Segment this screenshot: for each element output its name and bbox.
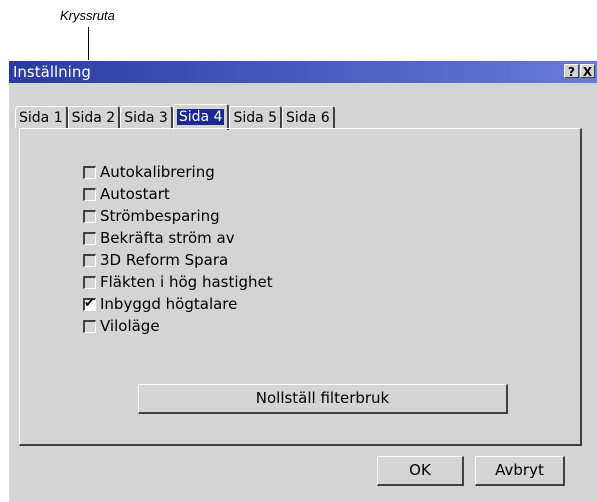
checkbox[interactable] (83, 319, 96, 333)
option-strombesparing[interactable]: Strömbesparing (83, 205, 273, 227)
checkbox[interactable] (83, 275, 96, 289)
help-button[interactable]: ? (564, 64, 579, 79)
checkbox[interactable] (83, 165, 96, 179)
title-bar[interactable]: Inställning ? X (9, 61, 597, 83)
checkbox[interactable] (83, 187, 96, 201)
tab-sida-3[interactable]: Sida 3 (120, 106, 173, 128)
check-icon: ✔ (84, 295, 95, 311)
ok-button[interactable]: OK (377, 456, 464, 486)
option-label: Bekräfta ström av (100, 229, 235, 247)
checkbox[interactable] (83, 209, 96, 223)
option-label: Strömbesparing (100, 207, 220, 225)
tab-panel: Autokalibrering Autostart Strömbesparing… (19, 128, 582, 446)
option-3d-reform-spara[interactable]: 3D Reform Spara (83, 249, 273, 271)
option-label: Autokalibrering (100, 163, 215, 181)
cancel-button[interactable]: Avbryt (475, 456, 565, 486)
option-label: Inbyggd högtalare (100, 295, 238, 313)
callout-label: Kryssruta (60, 8, 115, 23)
option-inbyggd-hogtalare[interactable]: ✔ Inbyggd högtalare (83, 293, 273, 315)
option-autokalibrering[interactable]: Autokalibrering (83, 161, 273, 183)
checkbox[interactable]: ✔ (83, 295, 96, 311)
checkbox[interactable] (83, 253, 96, 267)
option-label: 3D Reform Spara (100, 251, 229, 269)
tab-sida-1[interactable]: Sida 1 (15, 106, 68, 128)
checkbox[interactable] (83, 231, 96, 245)
option-label: Autostart (100, 185, 170, 203)
tab-strip: Sida 1 Sida 2 Sida 3 Sida 4 Sida 5 Sida … (15, 104, 335, 130)
dialog-title: Inställning (13, 63, 91, 81)
tab-sida-6[interactable]: Sida 6 (282, 106, 335, 128)
option-label: Viloläge (100, 317, 160, 335)
options-list: Autokalibrering Autostart Strömbesparing… (83, 161, 273, 337)
settings-dialog: Inställning ? X Sida 1 Sida 2 Sida 3 Sid… (8, 60, 597, 502)
reset-filter-button[interactable]: Nollställ filterbruk (138, 384, 508, 414)
option-flakten-hog-hastighet[interactable]: Fläkten i hög hastighet (83, 271, 273, 293)
close-button[interactable]: X (580, 64, 595, 79)
tab-sida-5[interactable]: Sida 5 (229, 106, 283, 128)
option-bekrafta-strom-av[interactable]: Bekräfta ström av (83, 227, 273, 249)
tab-sida-4[interactable]: Sida 4 (172, 104, 230, 130)
tab-sida-2[interactable]: Sida 2 (67, 106, 121, 128)
option-vilolage[interactable]: Viloläge (83, 315, 273, 337)
option-label: Fläkten i hög hastighet (100, 273, 273, 291)
option-autostart[interactable]: Autostart (83, 183, 273, 205)
